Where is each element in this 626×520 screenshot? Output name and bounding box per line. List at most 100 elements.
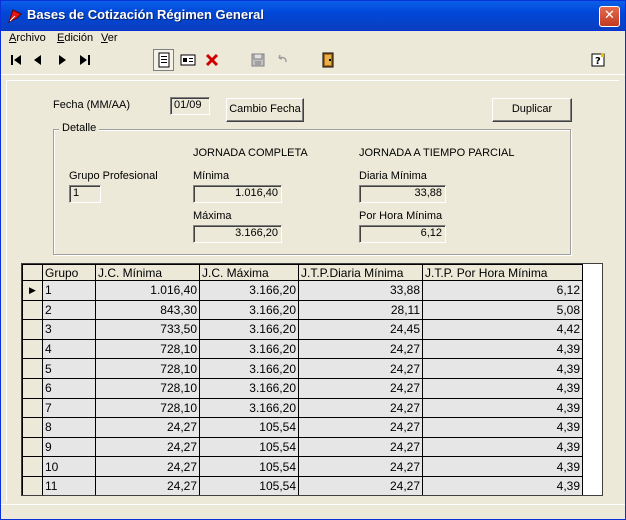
row-indicator[interactable] <box>22 377 43 399</box>
cell-jc-maxima[interactable]: 3.166,20 <box>199 358 299 379</box>
table-row[interactable]: 7 728,10 3.166,20 24,27 4,39 <box>22 397 583 419</box>
minima-field[interactable]: 1.016,40 <box>193 185 282 203</box>
cell-jc-maxima[interactable]: 3.166,20 <box>199 397 299 419</box>
cambio-fecha-button[interactable]: Cambio Fecha <box>226 98 304 122</box>
table-row[interactable]: 3 733,50 3.166,20 24,45 4,42 <box>22 319 583 340</box>
maxima-field[interactable]: 3.166,20 <box>193 225 282 243</box>
row-indicator[interactable] <box>22 417 43 438</box>
diaria-minima-field[interactable]: 33,88 <box>359 185 446 203</box>
grupo-profesional-field[interactable]: 1 <box>69 185 101 203</box>
cell-jtp-hora-minima[interactable]: 4,39 <box>422 436 583 458</box>
cell-jtp-hora-minima[interactable]: 4,39 <box>422 338 583 360</box>
next-record-button[interactable] <box>51 49 72 71</box>
cell-jc-minima[interactable]: 24,27 <box>95 475 200 495</box>
column-header-grupo[interactable]: Grupo <box>42 264 96 281</box>
menu-ver[interactable]: Ver <box>101 31 118 45</box>
cell-grupo[interactable]: 11 <box>42 475 96 495</box>
cell-jtp-hora-minima[interactable]: 5,08 <box>422 299 583 321</box>
cell-grupo[interactable]: 6 <box>42 377 96 399</box>
row-indicator[interactable] <box>22 456 43 477</box>
form-view-button[interactable] <box>177 49 198 71</box>
table-row[interactable]: 6 728,10 3.166,20 24,27 4,39 <box>22 377 583 399</box>
cell-jc-minima[interactable]: 24,27 <box>95 417 200 438</box>
data-grid[interactable]: Grupo J.C. Mínima J.C. Máxima J.T.P.Diar… <box>21 263 603 496</box>
row-indicator[interactable] <box>22 475 43 495</box>
cell-jc-maxima[interactable]: 105,54 <box>199 417 299 438</box>
cell-grupo[interactable]: 5 <box>42 358 96 379</box>
cell-jc-maxima[interactable]: 3.166,20 <box>199 280 299 301</box>
first-record-button[interactable] <box>5 49 26 71</box>
table-row[interactable]: 8 24,27 105,54 24,27 4,39 <box>22 417 583 438</box>
save-button[interactable] <box>247 49 268 71</box>
cell-grupo[interactable]: 3 <box>42 319 96 340</box>
menu-archivo[interactable]: Archivo <box>9 31 46 45</box>
cell-jtp-diaria-minima[interactable]: 24,27 <box>298 338 423 360</box>
cell-jc-maxima[interactable]: 3.166,20 <box>199 377 299 399</box>
row-indicator[interactable] <box>22 338 43 360</box>
row-indicator[interactable] <box>22 397 43 419</box>
cell-jtp-diaria-minima[interactable]: 28,11 <box>298 299 423 321</box>
cell-jc-minima[interactable]: 24,27 <box>95 456 200 477</box>
undo-button[interactable] <box>271 49 292 71</box>
cell-jtp-diaria-minima[interactable]: 24,45 <box>298 319 423 340</box>
cell-grupo[interactable]: 4 <box>42 338 96 360</box>
cell-jc-maxima[interactable]: 105,54 <box>199 436 299 458</box>
help-button[interactable]: ? <box>587 49 608 71</box>
cell-jc-minima[interactable]: 1.016,40 <box>95 280 200 301</box>
row-indicator[interactable] <box>22 436 43 458</box>
table-row[interactable]: 9 24,27 105,54 24,27 4,39 <box>22 436 583 458</box>
cell-jtp-diaria-minima[interactable]: 24,27 <box>298 436 423 458</box>
row-indicator[interactable] <box>22 358 43 379</box>
cell-jtp-diaria-minima[interactable]: 24,27 <box>298 456 423 477</box>
cell-grupo[interactable]: 2 <box>42 299 96 321</box>
cell-grupo[interactable]: 1 <box>42 280 96 301</box>
cell-jc-minima[interactable]: 843,30 <box>95 299 200 321</box>
new-document-button[interactable] <box>153 49 174 71</box>
column-header-jtp-hora-minima[interactable]: J.T.P. Por Hora Mínima <box>422 264 583 281</box>
close-button[interactable]: ✕ <box>599 6 620 27</box>
cell-grupo[interactable]: 8 <box>42 417 96 438</box>
row-indicator[interactable] <box>22 319 43 340</box>
cell-jtp-hora-minima[interactable]: 6,12 <box>422 280 583 301</box>
previous-record-button[interactable] <box>27 49 48 71</box>
table-row[interactable]: 2 843,30 3.166,20 28,11 5,08 <box>22 299 583 321</box>
title-bar[interactable]: Bases de Cotización Régimen General ✕ <box>1 1 625 31</box>
cell-jc-minima[interactable]: 728,10 <box>95 338 200 360</box>
cell-jtp-hora-minima[interactable]: 4,39 <box>422 475 583 495</box>
cell-jtp-diaria-minima[interactable]: 24,27 <box>298 397 423 419</box>
table-row[interactable]: ▶ 1 1.016,40 3.166,20 33,88 6,12 <box>22 280 583 301</box>
cell-grupo[interactable]: 9 <box>42 436 96 458</box>
column-header-jc-minima[interactable]: J.C. Mínima <box>95 264 200 281</box>
last-record-button[interactable] <box>74 49 95 71</box>
cell-jtp-diaria-minima[interactable]: 24,27 <box>298 417 423 438</box>
cell-jtp-hora-minima[interactable]: 4,39 <box>422 377 583 399</box>
cell-jc-maxima[interactable]: 3.166,20 <box>199 338 299 360</box>
cell-jtp-diaria-minima[interactable]: 24,27 <box>298 358 423 379</box>
por-hora-minima-field[interactable]: 6,12 <box>359 225 446 243</box>
cell-jc-minima[interactable]: 728,10 <box>95 358 200 379</box>
cell-jtp-hora-minima[interactable]: 4,42 <box>422 319 583 340</box>
cell-jtp-diaria-minima[interactable]: 24,27 <box>298 475 423 495</box>
cell-grupo[interactable]: 10 <box>42 456 96 477</box>
table-row[interactable]: 4 728,10 3.166,20 24,27 4,39 <box>22 338 583 360</box>
table-row[interactable]: 10 24,27 105,54 24,27 4,39 <box>22 456 583 477</box>
table-row[interactable]: 5 728,10 3.166,20 24,27 4,39 <box>22 358 583 379</box>
cell-jc-minima[interactable]: 733,50 <box>95 319 200 340</box>
cell-jc-maxima[interactable]: 105,54 <box>199 456 299 477</box>
cell-jc-minima[interactable]: 24,27 <box>95 436 200 458</box>
row-indicator[interactable] <box>22 299 43 321</box>
cell-jtp-hora-minima[interactable]: 4,39 <box>422 417 583 438</box>
column-header-jc-maxima[interactable]: J.C. Máxima <box>199 264 299 281</box>
cell-jtp-hora-minima[interactable]: 4,39 <box>422 456 583 477</box>
exit-button[interactable] <box>317 49 338 71</box>
cell-jc-maxima[interactable]: 3.166,20 <box>199 299 299 321</box>
duplicar-button[interactable]: Duplicar <box>492 98 572 122</box>
column-header-jtp-diaria-minima[interactable]: J.T.P.Diaria Mínima <box>298 264 423 281</box>
cell-jc-maxima[interactable]: 3.166,20 <box>199 319 299 340</box>
menu-edicion[interactable]: Edición <box>57 31 93 45</box>
cell-jc-minima[interactable]: 728,10 <box>95 397 200 419</box>
cell-jc-maxima[interactable]: 105,54 <box>199 475 299 495</box>
cell-jc-minima[interactable]: 728,10 <box>95 377 200 399</box>
cell-jtp-diaria-minima[interactable]: 24,27 <box>298 377 423 399</box>
row-indicator[interactable]: ▶ <box>22 280 43 301</box>
